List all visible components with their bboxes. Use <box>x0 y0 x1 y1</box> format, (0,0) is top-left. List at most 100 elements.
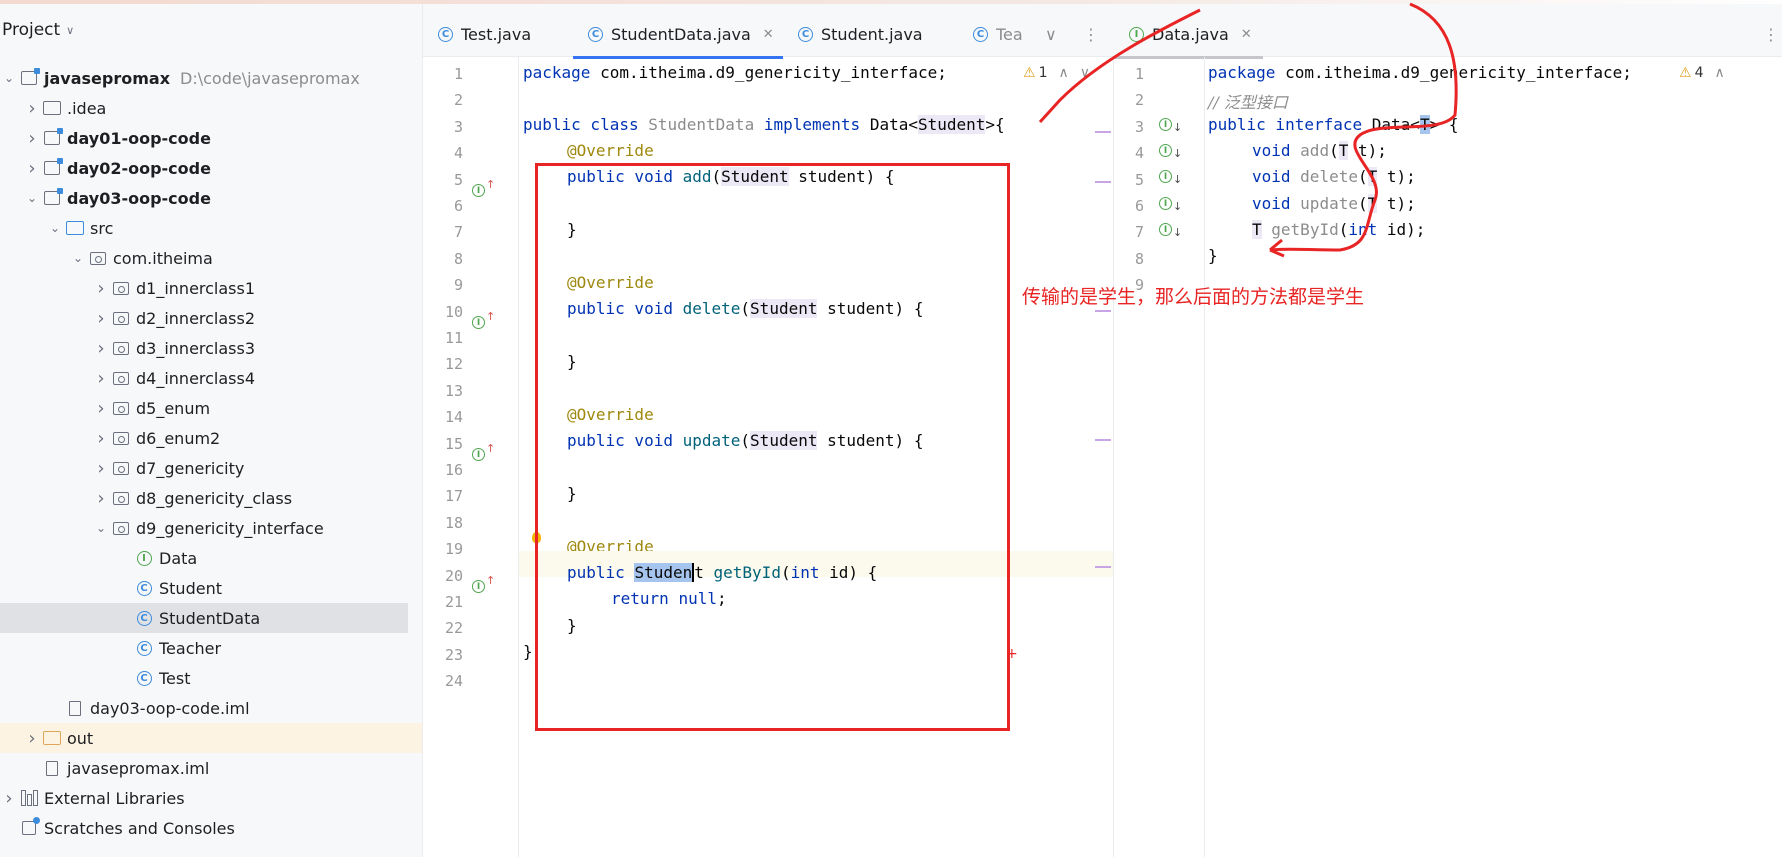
tree-item[interactable]: › day02-oop-code <box>0 153 422 183</box>
warning-indicator[interactable]: ⚠ 1 ∧ ∨ <box>1023 65 1090 81</box>
chevron-down-icon[interactable]: ⌄ <box>94 521 108 535</box>
close-tab-icon[interactable]: ✕ <box>763 27 774 42</box>
code-line-2-comment: // 泛型接口 <box>1208 93 1288 112</box>
source-folder-icon <box>66 219 84 237</box>
chevron-right-icon[interactable]: › <box>94 368 108 389</box>
tree-item[interactable]: › d8_genericity_class <box>0 483 422 513</box>
tree-item[interactable]: › External Libraries <box>0 783 422 813</box>
tree-item-label: Teacher <box>159 638 222 658</box>
tab-teacher-java[interactable]: C Tea <box>973 20 1023 48</box>
chevron-right-icon[interactable]: › <box>94 428 108 449</box>
tree-item-path: D:\code\javasepromax <box>180 68 360 88</box>
warning-indicator[interactable]: ⚠ 4 ∧ <box>1679 65 1725 81</box>
tree-item[interactable]: javasepromax.iml <box>0 753 422 783</box>
tree-item[interactable]: › d2_innerclass2 <box>0 303 422 333</box>
tree-item[interactable]: ⌄ day03-oop-code <box>0 183 422 213</box>
tree-item-label: day03-oop-code <box>67 188 211 208</box>
implemented-method-icon[interactable]: I <box>1159 223 1172 236</box>
chevron-down-icon[interactable]: ∨ <box>1080 65 1090 81</box>
project-panel-header[interactable]: Project ∨ <box>0 18 74 42</box>
tree-item[interactable]: › d4_innerclass4 <box>0 363 422 393</box>
tree-item-label: Test <box>159 668 191 688</box>
line-number: 8 <box>1134 249 1144 268</box>
chevron-up-icon[interactable]: ∧ <box>1058 65 1068 81</box>
chevron-right-icon[interactable]: › <box>94 488 108 509</box>
more-options-button[interactable]: ⋮ <box>1083 20 1099 48</box>
tree-item[interactable]: › .idea <box>0 93 422 123</box>
line-number: 2 <box>453 91 463 110</box>
implements-method-icon[interactable]: I <box>472 580 485 593</box>
implemented-method-icon[interactable]: I <box>1159 197 1172 210</box>
chevron-down-icon[interactable]: ⌄ <box>71 251 85 265</box>
tree-item-label: d4_innerclass4 <box>136 368 256 388</box>
file-icon <box>66 699 84 717</box>
implements-method-icon[interactable]: I <box>472 316 485 329</box>
tree-item-label: d1_innerclass1 <box>136 278 256 298</box>
tree-item[interactable]: › d5_enum <box>0 393 422 423</box>
chevron-down-icon[interactable]: ⌄ <box>48 221 62 235</box>
code-line-1: package com.itheima.d9_genericity_interf… <box>523 63 947 82</box>
tree-item[interactable]: › d6_enum2 <box>0 423 422 453</box>
tree-item[interactable]: C Student <box>0 573 422 603</box>
tree-item[interactable]: ⌄ d9_genericity_interface <box>0 513 422 543</box>
chevron-right-icon[interactable]: › <box>94 278 108 299</box>
chevron-right-icon[interactable]: › <box>25 728 39 749</box>
chevron-down-icon[interactable]: ∨ <box>66 24 74 37</box>
chevron-down-icon: ∨ <box>1045 24 1057 44</box>
tree-item[interactable]: I Data <box>0 543 422 573</box>
chevron-right-icon[interactable]: › <box>25 158 39 179</box>
tree-item[interactable]: ⌄ src <box>0 213 422 243</box>
chevron-down-icon[interactable]: ⌄ <box>25 191 39 205</box>
tree-item[interactable]: › d7_genericity <box>0 453 422 483</box>
close-tab-icon[interactable]: ✕ <box>1241 27 1252 42</box>
tab-data-java[interactable]: I Data.java ✕ <box>1129 20 1252 48</box>
chevron-right-icon[interactable]: › <box>94 338 108 359</box>
tree-item[interactable]: › d3_innerclass3 <box>0 333 422 363</box>
more-options-button[interactable]: ⋮ <box>1763 20 1779 48</box>
chevron-up-icon[interactable]: ∧ <box>1714 65 1724 81</box>
class-icon: C <box>135 579 153 597</box>
tab-student-java[interactable]: C Student.java <box>798 20 923 48</box>
chevron-down-icon[interactable]: ⌄ <box>2 71 16 85</box>
implemented-method-icon[interactable]: I <box>1159 144 1172 157</box>
code-line-5: void delete(T t); <box>1252 167 1416 186</box>
class-icon: C <box>438 26 453 42</box>
tree-item[interactable]: ⌄ javasepromax D:\code\javasepromax <box>0 63 422 93</box>
tree-item[interactable]: › out <box>0 723 422 753</box>
chevron-right-icon[interactable]: › <box>94 308 108 329</box>
line-number: 10 <box>444 302 463 321</box>
implemented-method-icon[interactable]: I <box>1159 170 1172 183</box>
tree-item-label: day02-oop-code <box>67 158 211 178</box>
module-icon <box>43 128 63 147</box>
chevron-right-icon[interactable]: › <box>94 458 108 479</box>
scroll-marker <box>1095 131 1111 133</box>
warning-icon: ⚠ <box>1679 65 1692 81</box>
tree-item[interactable]: ⌄ com.itheima <box>0 243 422 273</box>
tree-item[interactable]: C Teacher <box>0 633 422 663</box>
tree-item[interactable]: day03-oop-code.iml <box>0 693 422 723</box>
warning-icon: ⚠ <box>1023 65 1036 81</box>
chevron-right-icon[interactable]: › <box>25 98 39 119</box>
line-number: 18 <box>444 513 463 532</box>
tree-item[interactable]: › day01-oop-code <box>0 123 422 153</box>
implements-method-icon[interactable]: I <box>472 448 485 461</box>
right-code-editor[interactable]: 123456789 package com.itheima.d9_generic… <box>1113 57 1782 857</box>
package-icon <box>112 459 130 477</box>
tree-item[interactable]: C Test <box>0 663 422 693</box>
tree-item-label: d3_innerclass3 <box>136 338 256 358</box>
tree-item[interactable]: C StudentData <box>0 603 408 633</box>
implements-method-icon[interactable]: I <box>472 184 485 197</box>
tab-studentdata-java[interactable]: C StudentData.java ✕ <box>588 20 774 48</box>
tab-test-java[interactable]: C Test.java <box>438 20 531 48</box>
tab-list-dropdown[interactable]: ∨ <box>1045 20 1057 48</box>
chevron-right-icon[interactable]: › <box>94 398 108 419</box>
tree-item[interactable]: › d1_innerclass1 <box>0 273 422 303</box>
line-number: 4 <box>1134 144 1144 163</box>
line-number: 3 <box>1134 117 1144 136</box>
tree-item[interactable]: Scratches and Consoles <box>0 813 422 843</box>
module-icon <box>43 158 63 177</box>
implemented-interface-icon[interactable]: I <box>1159 118 1172 131</box>
line-number: 17 <box>444 487 463 506</box>
chevron-right-icon[interactable]: › <box>25 128 39 149</box>
chevron-right-icon[interactable]: › <box>2 788 16 809</box>
